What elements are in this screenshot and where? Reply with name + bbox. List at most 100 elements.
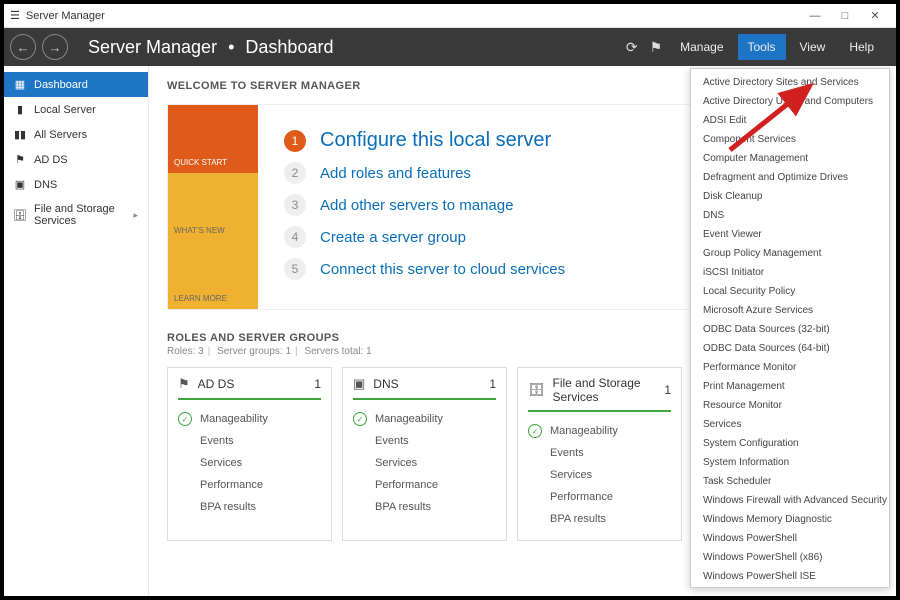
minimize-button[interactable]: —	[800, 10, 830, 22]
tile-whatsnew[interactable]: WHAT'S NEW	[168, 173, 258, 241]
row-label: Services	[550, 469, 592, 481]
card-row-bpa[interactable]: BPA results	[528, 508, 671, 530]
sidebar-item-label: DNS	[34, 179, 57, 191]
maximize-button[interactable]: □	[830, 10, 860, 22]
step-number-badge: 3	[284, 194, 306, 216]
tools-menu-item[interactable]: Component Services	[691, 130, 889, 149]
tools-menu-item[interactable]: ADSI Edit	[691, 111, 889, 130]
nav-back-button[interactable]: ←	[10, 34, 36, 60]
card-row-events[interactable]: Events	[353, 430, 496, 452]
card-row-performance[interactable]: Performance	[353, 474, 496, 496]
row-label: Events	[550, 447, 584, 459]
tools-menu-item[interactable]: Windows PowerShell ISE	[691, 567, 889, 586]
refresh-icon[interactable]: ⟳	[622, 35, 642, 60]
step-number-badge: 1	[284, 130, 306, 152]
card-count: 1	[314, 377, 321, 391]
roles-count: Roles: 3	[167, 346, 204, 357]
card-row-services[interactable]: Services	[178, 452, 321, 474]
card-row-bpa[interactable]: BPA results	[353, 496, 496, 518]
tools-menu-item[interactable]: Performance Monitor	[691, 358, 889, 377]
menu-help[interactable]: Help	[839, 34, 884, 60]
chevron-right-icon: ▸	[133, 210, 138, 221]
tools-menu-item[interactable]: Windows Memory Diagnostic	[691, 510, 889, 529]
card-row-performance[interactable]: Performance	[178, 474, 321, 496]
tools-menu-item[interactable]: ODBC Data Sources (64-bit)	[691, 339, 889, 358]
breadcrumb-app: Server Manager	[88, 37, 217, 57]
tools-menu-item[interactable]: Local Security Policy	[691, 282, 889, 301]
role-card-dns[interactable]: ▣ DNS 1 ✓Manageability Events Services P…	[342, 367, 507, 541]
flag-icon[interactable]: ⚑	[646, 35, 667, 60]
sidebar-item-ad-ds[interactable]: ⚑ AD DS	[4, 147, 148, 172]
tools-menu-item[interactable]: DNS	[691, 206, 889, 225]
tools-menu-item[interactable]: Disk Cleanup	[691, 187, 889, 206]
tools-menu-item[interactable]: iSCSI Initiator	[691, 263, 889, 282]
tools-menu-item[interactable]: Print Management	[691, 377, 889, 396]
titlebar: ☰ Server Manager — □ ✕	[4, 4, 896, 28]
sidebar-item-local-server[interactable]: ▮ Local Server	[4, 97, 148, 122]
row-label: BPA results	[375, 501, 431, 513]
tile-quickstart[interactable]: QUICK START	[168, 105, 258, 173]
menu-manage[interactable]: Manage	[670, 34, 733, 60]
sidebar-icon: 🗄	[14, 209, 26, 222]
tools-menu-item[interactable]: Microsoft Azure Services	[691, 301, 889, 320]
tools-menu-item[interactable]: Active Directory Sites and Services	[691, 73, 889, 92]
role-card-file-and-storage-services[interactable]: 🗄 File and Storage Services 1 ✓ Manageabi…	[517, 367, 682, 541]
sidebar-item-file-and-storage-services[interactable]: 🗄 File and Storage Services ▸	[4, 197, 148, 233]
step-number-badge: 4	[284, 226, 306, 248]
row-label: Manageability	[550, 425, 618, 437]
tools-menu-item[interactable]: System Information	[691, 453, 889, 472]
card-row-manageability[interactable]: ✓Manageability	[353, 408, 496, 430]
row-label: BPA results	[550, 513, 606, 525]
card-title: AD DS	[198, 377, 307, 391]
card-row-events[interactable]: Events	[178, 430, 321, 452]
sidebar-item-dns[interactable]: ▣ DNS	[4, 172, 148, 197]
card-header: ▣ DNS 1	[353, 376, 496, 400]
card-row-manageability[interactable]: ✓Manageability	[178, 408, 321, 430]
tools-menu-item[interactable]: Defragment and Optimize Drives	[691, 168, 889, 187]
step-label: Connect this server to cloud services	[320, 261, 565, 278]
tools-menu-item[interactable]: Windows PowerShell ISE (x86)	[691, 586, 889, 588]
sidebar-item-all-servers[interactable]: ▮▮ All Servers	[4, 122, 148, 147]
step-number-badge: 5	[284, 258, 306, 280]
tile-learnmore[interactable]: LEARN MORE	[168, 241, 258, 309]
tools-menu-item[interactable]: Windows Firewall with Advanced Security	[691, 491, 889, 510]
tools-menu-item[interactable]: Event Viewer	[691, 225, 889, 244]
app-icon: ☰	[10, 9, 20, 22]
tools-menu-item[interactable]: ODBC Data Sources (32-bit)	[691, 320, 889, 339]
card-row-services[interactable]: Services	[528, 464, 671, 486]
status-ok-icon: ✓	[178, 412, 192, 426]
tools-menu-item[interactable]: Group Policy Management	[691, 244, 889, 263]
card-row-bpa[interactable]: BPA results	[178, 496, 321, 518]
tools-menu-item[interactable]: Resource Monitor	[691, 396, 889, 415]
tools-dropdown[interactable]: Active Directory Sites and ServicesActiv…	[690, 68, 890, 588]
tools-menu-item[interactable]: Computer Management	[691, 149, 889, 168]
card-row-performance[interactable]: Performance	[528, 486, 671, 508]
role-card-ad-ds[interactable]: ⚑ AD DS 1 ✓Manageability Events Services…	[167, 367, 332, 541]
tools-menu-item[interactable]: Services	[691, 415, 889, 434]
card-header: 🗄 File and Storage Services 1	[528, 376, 671, 412]
menu-tools[interactable]: Tools	[738, 34, 786, 60]
sidebar-icon: ▮	[14, 103, 26, 116]
sidebar-item-dashboard[interactable]: ▦ Dashboard	[4, 72, 148, 97]
welcome-tiles: QUICK START WHAT'S NEW LEARN MORE	[168, 105, 258, 309]
card-row-events[interactable]: Events	[528, 442, 671, 464]
sidebar-item-label: Local Server	[34, 104, 96, 116]
card-title: DNS	[373, 377, 481, 391]
card-count: 1	[489, 377, 496, 391]
card-row-services[interactable]: Services	[353, 452, 496, 474]
nav-forward-button[interactable]: →	[42, 34, 68, 60]
sidebar: ▦ Dashboard ▮ Local Server ▮▮ All Server…	[4, 66, 149, 596]
tools-menu-item[interactable]: Windows PowerShell	[691, 529, 889, 548]
card-row-manageability[interactable]: ✓ Manageability	[528, 420, 671, 442]
tools-menu-item[interactable]: Windows PowerShell (x86)	[691, 548, 889, 567]
tools-menu-item[interactable]: Active Directory Users and Computers	[691, 92, 889, 111]
menu-view[interactable]: View	[790, 34, 836, 60]
step-label: Add roles and features	[320, 165, 471, 182]
tools-menu-item[interactable]: System Configuration	[691, 434, 889, 453]
status-ok-icon: ✓	[528, 424, 542, 438]
role-icon: ⚑	[178, 376, 190, 392]
tools-menu-item[interactable]: Task Scheduler	[691, 472, 889, 491]
window-title: Server Manager	[26, 10, 800, 22]
status-ok-icon: ✓	[353, 412, 367, 426]
close-button[interactable]: ✕	[860, 9, 890, 22]
